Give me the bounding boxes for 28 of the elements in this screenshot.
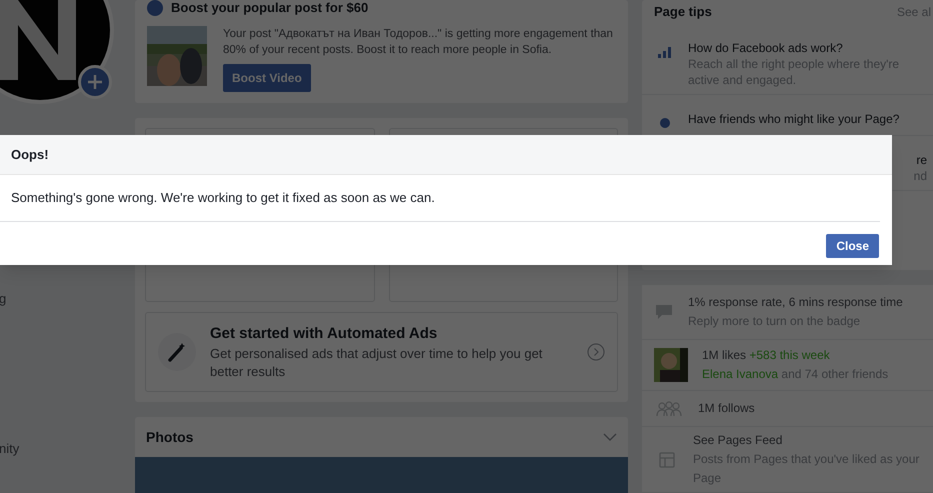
dot-icon xyxy=(659,117,671,129)
tip-title[interactable]: re xyxy=(916,152,927,168)
tip-title[interactable]: Have friends who might like your Page? xyxy=(688,111,908,127)
people-icon xyxy=(656,400,682,416)
boost-icon xyxy=(147,0,163,16)
close-button[interactable]: Close xyxy=(826,234,879,258)
photos-title: Photos xyxy=(146,428,194,446)
chevron-right-icon[interactable] xyxy=(587,343,605,361)
bar-chart-icon xyxy=(658,46,672,58)
boost-text: Your post "Адвокатът на Иван Тодоров..." is getting more engagement than 80% of your recent posts. Boost it to reach more people in Sofia. xyxy=(223,27,614,58)
dialog-title: Oops! xyxy=(11,146,49,164)
page-tips-title: Page tips xyxy=(654,3,712,22)
stat-title: 1M follows xyxy=(698,400,756,417)
stat-title: See Pages Feed xyxy=(693,432,784,449)
stat-title: 1M likes +583 this week xyxy=(702,347,831,364)
automated-ads-title: Get started with Automated Ads xyxy=(210,324,438,344)
chat-bubble-icon xyxy=(654,304,674,320)
automated-ads-text: Get personalised ads that adjust over time to help you get better results xyxy=(210,345,544,382)
feed-icon xyxy=(658,452,674,468)
stat-title: 1% response rate, 6 mins response time xyxy=(688,294,904,311)
card-title: Boost your popular post for $60 xyxy=(171,0,368,16)
magic-wand-icon xyxy=(158,333,196,371)
plus-icon xyxy=(87,74,103,90)
sidebar-item[interactable]: nity xyxy=(0,441,20,456)
dialog-message: Something's gone wrong. We're working to get it fixed as soon as we can. xyxy=(11,189,436,207)
boost-video-button[interactable]: Boost Video xyxy=(223,64,311,92)
chevron-down-icon[interactable] xyxy=(603,433,617,441)
tip-title[interactable]: How do Facebook ads work? xyxy=(688,40,908,56)
